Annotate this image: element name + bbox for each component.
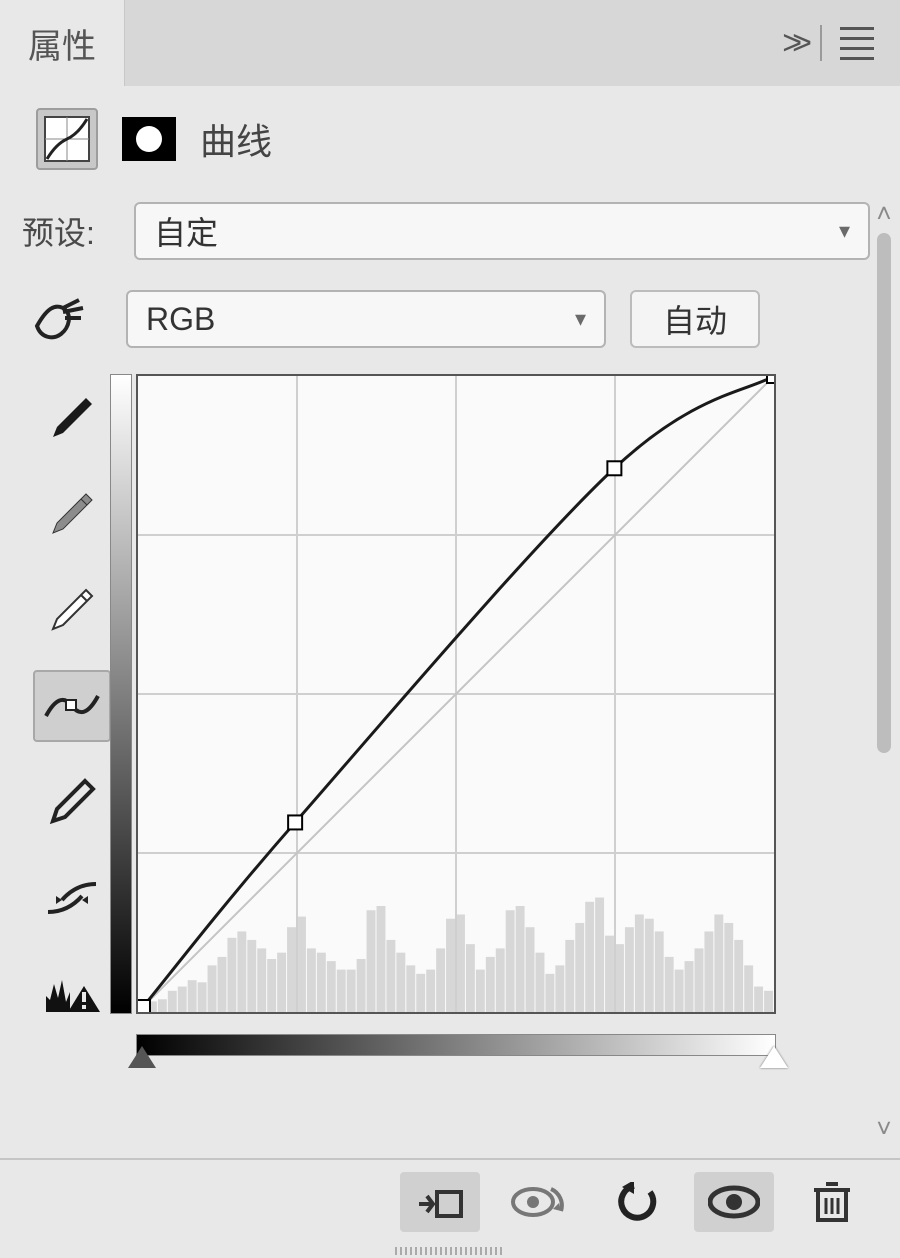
scroll-down-icon[interactable]: ˅ [876, 1113, 891, 1144]
input-gradient-strip [136, 1034, 776, 1056]
channel-select[interactable]: RGB ▾ [126, 290, 606, 348]
curve-tool-strip [22, 374, 122, 1030]
targeted-adjust-icon[interactable] [22, 294, 102, 344]
eyedropper-gray-icon[interactable] [33, 478, 111, 550]
chevron-down-icon: ▾ [575, 306, 586, 332]
adjustment-title: 曲线 [200, 113, 272, 165]
smooth-tool-icon[interactable] [33, 862, 111, 934]
preset-label: 预设: [22, 208, 122, 254]
panel-header: 曲线 [0, 86, 900, 188]
tab-properties[interactable]: 属性 [0, 0, 125, 86]
channel-value: RGB [146, 301, 215, 338]
preset-value: 自定 [154, 208, 218, 254]
resize-grip[interactable] [0, 1244, 900, 1258]
histogram-clip-icon[interactable] [33, 958, 111, 1030]
clip-to-layer-button[interactable] [400, 1172, 480, 1232]
curves-graph[interactable] [136, 374, 776, 1014]
view-previous-state-button[interactable] [498, 1172, 578, 1232]
output-gradient-strip [110, 374, 132, 1014]
preset-select[interactable]: 自定 ▾ [134, 202, 870, 260]
reset-button[interactable] [596, 1172, 676, 1232]
collapse-icon[interactable]: >> [782, 24, 802, 63]
panel-footer [0, 1158, 900, 1244]
adjustment-curves-icon[interactable] [36, 108, 98, 170]
scroll-thumb[interactable] [877, 233, 891, 753]
layer-mask-icon[interactable] [118, 108, 180, 170]
curves-graph-container [136, 374, 778, 1030]
delete-button[interactable] [792, 1172, 872, 1232]
eyedropper-black-icon[interactable] [33, 382, 111, 454]
curve-point-tool-icon[interactable] [33, 670, 111, 742]
panel-body: 预设: 自定 ▾ RGB ▾ 自动 [0, 188, 900, 1158]
curves-canvas[interactable] [138, 376, 774, 1012]
divider [820, 25, 822, 61]
white-point-slider[interactable] [760, 1046, 788, 1068]
black-point-slider[interactable] [128, 1046, 156, 1068]
panel-menu-icon[interactable] [840, 27, 874, 60]
toggle-visibility-button[interactable] [694, 1172, 774, 1232]
chevron-down-icon: ▾ [839, 218, 850, 244]
scroll-up-icon[interactable]: ˄ [876, 198, 891, 229]
eyedropper-white-icon[interactable] [33, 574, 111, 646]
tab-label: 属性 [28, 19, 96, 68]
panel-tab-bar: 属性 >> [0, 0, 900, 86]
auto-button-label: 自动 [663, 296, 727, 342]
auto-button[interactable]: 自动 [630, 290, 760, 348]
pencil-tool-icon[interactable] [33, 766, 111, 838]
panel-scrollbar[interactable]: ˄ ˅ [870, 188, 898, 1158]
